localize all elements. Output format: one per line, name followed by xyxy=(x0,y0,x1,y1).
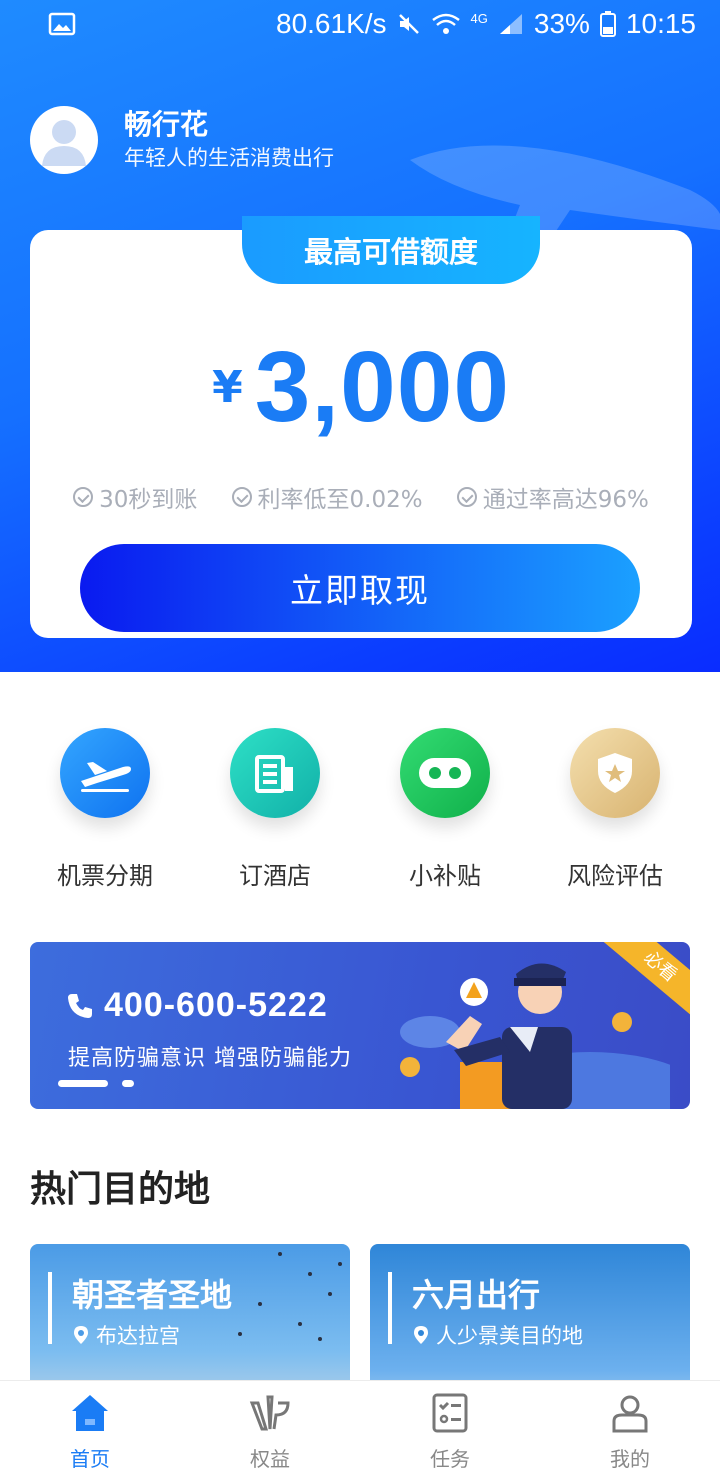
battery-icon xyxy=(599,11,616,37)
location-text: 布达拉宫 xyxy=(96,1324,180,1348)
credit-amount-value: 3,000 xyxy=(254,331,510,443)
destination-title: 朝圣者圣地 xyxy=(72,1276,233,1314)
location-text: 人少景美目的地 xyxy=(436,1324,583,1348)
banner-subtitle: 提高防骗意识 增强防骗能力 xyxy=(68,1046,352,1071)
service-hotel[interactable]: 订酒店 xyxy=(195,728,355,891)
battery-percent: 33% xyxy=(533,8,590,39)
hotel-icon[interactable] xyxy=(230,728,320,818)
withdraw-now-button[interactable]: 立即取现 xyxy=(80,544,640,632)
service-label: 风险评估 xyxy=(567,862,663,890)
carousel-indicator xyxy=(58,1080,134,1087)
avatar[interactable] xyxy=(30,106,98,174)
shield-icon[interactable] xyxy=(570,728,660,818)
credit-limit-title: 最高可借额度 xyxy=(242,216,540,284)
service-subsidy[interactable]: 小补贴 xyxy=(365,728,525,891)
service-flight-installment[interactable]: 机票分期 xyxy=(25,728,185,891)
feature-list: 30秒到账 利率低至0.02% 通过率高达96% xyxy=(30,480,692,514)
signal-icon xyxy=(499,14,522,34)
destination-title: 六月出行 xyxy=(412,1276,541,1314)
mute-icon xyxy=(398,14,419,34)
anti-fraud-banner[interactable]: 400-600-5222 提高防骗意识 增强防骗能力 必看 xyxy=(30,942,690,1109)
tab-label: 权益 xyxy=(250,1447,290,1471)
location-pin-icon xyxy=(414,1326,428,1344)
tab-mine[interactable]: 我的 xyxy=(540,1381,720,1480)
tab-tasks[interactable]: 任务 xyxy=(360,1381,540,1480)
currency-symbol: ¥ xyxy=(212,362,243,413)
section-title-destinations: 热门目的地 xyxy=(30,1169,211,1210)
check-circle-icon xyxy=(231,487,252,507)
net-speed: 80.61K/s xyxy=(276,8,387,39)
default-avatar-icon xyxy=(42,120,86,166)
police-officer-illustration-icon xyxy=(400,963,670,1109)
tab-home[interactable]: 首页 xyxy=(0,1381,180,1480)
feature-text: 通过率高达96% xyxy=(482,487,649,513)
feature-text: 利率低至0.02% xyxy=(257,487,423,513)
subsidy-icon[interactable] xyxy=(400,728,490,818)
wifi-icon xyxy=(431,13,460,34)
hotline-number: 400-600-5222 xyxy=(104,986,328,1024)
home-icon xyxy=(72,1395,108,1431)
service-label: 机票分期 xyxy=(57,862,153,890)
clock: 10:15 xyxy=(625,8,696,39)
phone-icon xyxy=(68,993,92,1018)
airplane-icon[interactable] xyxy=(60,728,150,818)
tab-label: 首页 xyxy=(70,1447,110,1471)
credit-limit-card: 最高可借额度 ¥3,000 30秒到账 利率低至0.02% 通过率高达96% 立… xyxy=(30,216,692,638)
status-bar: 80.61K/s 4G 33% 10:15 xyxy=(0,0,720,52)
carousel-dot-active xyxy=(58,1080,108,1087)
credit-amount: ¥3,000 xyxy=(30,330,692,445)
title-accent-bar xyxy=(48,1272,52,1344)
check-circle-icon xyxy=(73,487,94,507)
quick-services: 机票分期 订酒店 小补贴 风险评估 xyxy=(0,728,720,891)
carousel-dot xyxy=(122,1080,134,1087)
destination-location: 布达拉宫 xyxy=(74,1320,180,1350)
location-pin-icon xyxy=(74,1326,88,1344)
hotline[interactable]: 400-600-5222 xyxy=(66,986,328,1025)
bottom-tab-bar: 首页 权益 任务 我的 xyxy=(0,1380,720,1480)
task-icon xyxy=(432,1393,468,1433)
tab-benefits[interactable]: 权益 xyxy=(180,1381,360,1480)
vip-icon xyxy=(249,1395,290,1431)
feature-text: 30秒到账 xyxy=(99,487,198,513)
tab-label: 我的 xyxy=(610,1447,650,1471)
user-icon xyxy=(612,1395,648,1433)
service-label: 小补贴 xyxy=(409,862,481,890)
service-risk-assessment[interactable]: 风险评估 xyxy=(535,728,695,891)
service-label: 订酒店 xyxy=(239,862,311,890)
network-type: 4G xyxy=(470,10,488,26)
feature-item: 通过率高达96% xyxy=(456,480,649,514)
profile-header[interactable]: 畅行花 年轻人的生活消费出行 xyxy=(30,106,334,174)
app-screen: 80.61K/s 4G 33% 10:15 畅行花 年轻人的生活消费出行 最高可… xyxy=(0,0,720,1480)
header-hero: 80.61K/s 4G 33% 10:15 畅行花 年轻人的生活消费出行 最高可… xyxy=(0,0,720,672)
feature-item: 30秒到账 xyxy=(73,480,197,514)
tab-label: 任务 xyxy=(430,1447,470,1471)
gallery-icon xyxy=(48,12,76,36)
feature-item: 利率低至0.02% xyxy=(231,480,423,514)
app-slogan: 年轻人的生活消费出行 xyxy=(124,146,334,170)
check-circle-icon xyxy=(456,487,477,507)
destination-location: 人少景美目的地 xyxy=(414,1320,583,1350)
title-accent-bar xyxy=(388,1272,392,1344)
app-name: 畅行花 xyxy=(124,108,209,141)
